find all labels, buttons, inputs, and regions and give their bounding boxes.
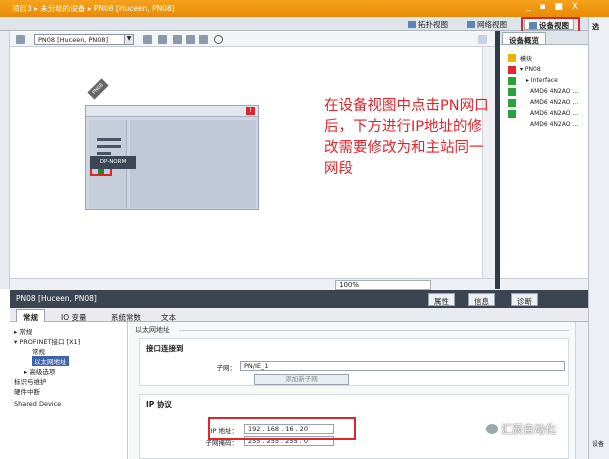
device-header: ! [86, 106, 258, 117]
device-overview-list: 模块 ▾ PN08 ▸ Interface AMD6 4N2AO ... AMD… [500, 45, 588, 289]
tab-general[interactable]: 常规 [16, 309, 45, 322]
list-item-label: 模块 [520, 56, 533, 63]
module-slot[interactable] [130, 120, 256, 208]
tab-device-overview[interactable]: 设备概览 [502, 32, 546, 45]
tab-diagnostics[interactable]: 诊断 [511, 293, 538, 306]
list-icon[interactable] [199, 35, 208, 44]
list-item[interactable]: AMD6 4N2AO ... [500, 98, 588, 108]
zoom-value: 100% [339, 281, 360, 289]
divider [179, 330, 569, 331]
nav-item-general[interactable]: ▸ 常规 [14, 326, 32, 336]
properties-titlebar: PN08 [Huceen, PN08] 属性 信息 诊断 [10, 290, 588, 308]
watermark: 汇辰自动化 [486, 421, 556, 437]
list-item-label: ▾ PN08 [520, 66, 541, 73]
list-item[interactable]: ▸ Interface [500, 76, 588, 86]
tab-label: 诊断 [517, 297, 532, 306]
module-icon [508, 54, 516, 62]
list-item[interactable]: AMD6 4N2AO ... [500, 120, 588, 130]
add-subnet-button[interactable]: 添加新子网 [254, 374, 349, 385]
list-item-label: AMD6 4N2AO ... [530, 88, 579, 95]
tab-io-tags[interactable]: IO 变量 [54, 309, 94, 322]
overview-horizontal-scrollbar[interactable] [500, 278, 588, 290]
highlight-ip-address [208, 417, 356, 440]
tab-properties[interactable]: 属性 [428, 293, 455, 306]
wechat-icon [486, 424, 498, 434]
task-strip-bottom-label[interactable]: 设备 [592, 439, 604, 448]
check-icon [508, 77, 516, 85]
tab-topology-view[interactable]: 拓扑视图 [404, 18, 452, 30]
properties-sub-tabs: 常规 IO 变量 系统常数 文本 [10, 308, 588, 322]
window-titlebar: 项目3 ▸ 未分组的设备 ▸ PN08 [Huceen, PN08] _ ▪ ■… [0, 0, 609, 17]
watermark-text: 汇辰自动化 [501, 423, 556, 436]
task-strip-label[interactable]: 选 [592, 22, 599, 32]
topology-icon [408, 21, 416, 28]
properties-title: PN08 [Huceen, PN08] [16, 294, 97, 303]
device-select-value: PN08 [Huceen, PN08] [38, 36, 109, 44]
module-label: DP-NORM [90, 156, 136, 169]
nav-item-advanced[interactable]: ▸ 高级选项 [24, 366, 55, 376]
subnet-label: 子网： [216, 364, 237, 372]
tab-info[interactable]: 信息 [468, 293, 495, 306]
tab-label: 拓扑视图 [418, 20, 448, 29]
table-icon[interactable] [158, 35, 167, 44]
right-task-strip: 选 设备 [588, 17, 609, 459]
interface-group: 接口连接到 子网： PN/IE_1 添加新子网 [139, 338, 569, 386]
check-icon [508, 110, 516, 118]
nav-item-hardware-interrupt[interactable]: 硬件中断 [14, 386, 40, 396]
tab-label: 属性 [434, 297, 449, 306]
panel-icon[interactable] [478, 35, 487, 44]
canvas-horizontal-scrollbar[interactable]: 100% [10, 278, 495, 290]
window-controls[interactable]: _ ▪ ■ X [526, 2, 581, 12]
list-item[interactable]: AMD6 4N2AO ... [500, 87, 588, 97]
zoom-select[interactable]: 100% [335, 280, 431, 290]
subnet-select[interactable]: PN/IE_1 [240, 361, 565, 371]
zoom-icon[interactable] [214, 35, 223, 44]
tab-system-constants[interactable]: 系统常数 [104, 309, 148, 322]
nav-item-ethernet-address[interactable]: 以太网地址 [32, 356, 69, 366]
device-icon[interactable] [16, 35, 25, 44]
annotation-text: 在设备视图中点击PN网口后，下方进行IP地址的修改需要修改为和主站同一网段 [324, 98, 489, 177]
error-icon [508, 66, 516, 74]
indicator-bar [97, 138, 121, 141]
subnet-value: PN/IE_1 [244, 362, 269, 370]
editor-toolbar: PN08 [Huceen, PN08] ▼ [10, 32, 495, 47]
indicator-bar [97, 145, 121, 148]
list-item[interactable]: ▾ PN08 [500, 65, 588, 75]
group-title: 接口连接到 [146, 344, 184, 353]
network-icon [467, 21, 475, 28]
list-item[interactable]: 模块 [500, 53, 588, 63]
list-item[interactable]: AMD6 4N2AO ... [500, 109, 588, 119]
tab-label: 网络视图 [477, 20, 507, 29]
empty-slot-icon [508, 121, 516, 129]
indicator-bar [97, 152, 111, 155]
layout-icon[interactable] [186, 35, 195, 44]
nav-item-shared-device[interactable]: Shared Device [14, 400, 61, 408]
list-item-label: AMD6 4N2AO ... [530, 121, 579, 128]
tab-texts[interactable]: 文本 [154, 309, 183, 322]
device-select[interactable]: PN08 [Huceen, PN08] ▼ [34, 34, 134, 45]
list-item-label: AMD6 4N2AO ... [530, 99, 579, 106]
nav-item-identification[interactable]: 标识与维护 [14, 376, 47, 386]
warning-icon: ! [246, 107, 255, 115]
tab-network-view[interactable]: 网络视图 [463, 18, 511, 30]
window-title: 项目3 ▸ 未分组的设备 ▸ PN08 [Huceen, PN08] [12, 4, 175, 13]
group-title: IP 协议 [146, 400, 172, 409]
nav-item-general-sub[interactable]: 常规 [32, 346, 45, 356]
left-collapse-strip[interactable] [0, 31, 10, 289]
view-tab-bar: 拓扑视图 网络视图 设备视图 [0, 17, 588, 38]
grid-icon[interactable] [143, 35, 152, 44]
section-heading: 以太网地址 [135, 326, 170, 334]
properties-vertical-scrollbar[interactable] [575, 322, 588, 459]
device-overview-header: 设备概览 [500, 31, 588, 45]
tab-label: 信息 [474, 297, 489, 306]
list-item-label: ▸ Interface [526, 77, 558, 84]
chevron-down-icon[interactable]: ▼ [124, 35, 133, 44]
nav-item-profinet[interactable]: ▾ PROFINET接口 [X1] [14, 336, 80, 346]
list-item-label: AMD6 4N2AO ... [530, 110, 579, 117]
check-icon [508, 88, 516, 96]
check-icon [508, 99, 516, 107]
edit-icon[interactable] [173, 35, 182, 44]
properties-nav-tree: ▸ 常规 ▾ PROFINET接口 [X1] 常规 以太网地址 ▸ 高级选项 标… [10, 322, 128, 459]
